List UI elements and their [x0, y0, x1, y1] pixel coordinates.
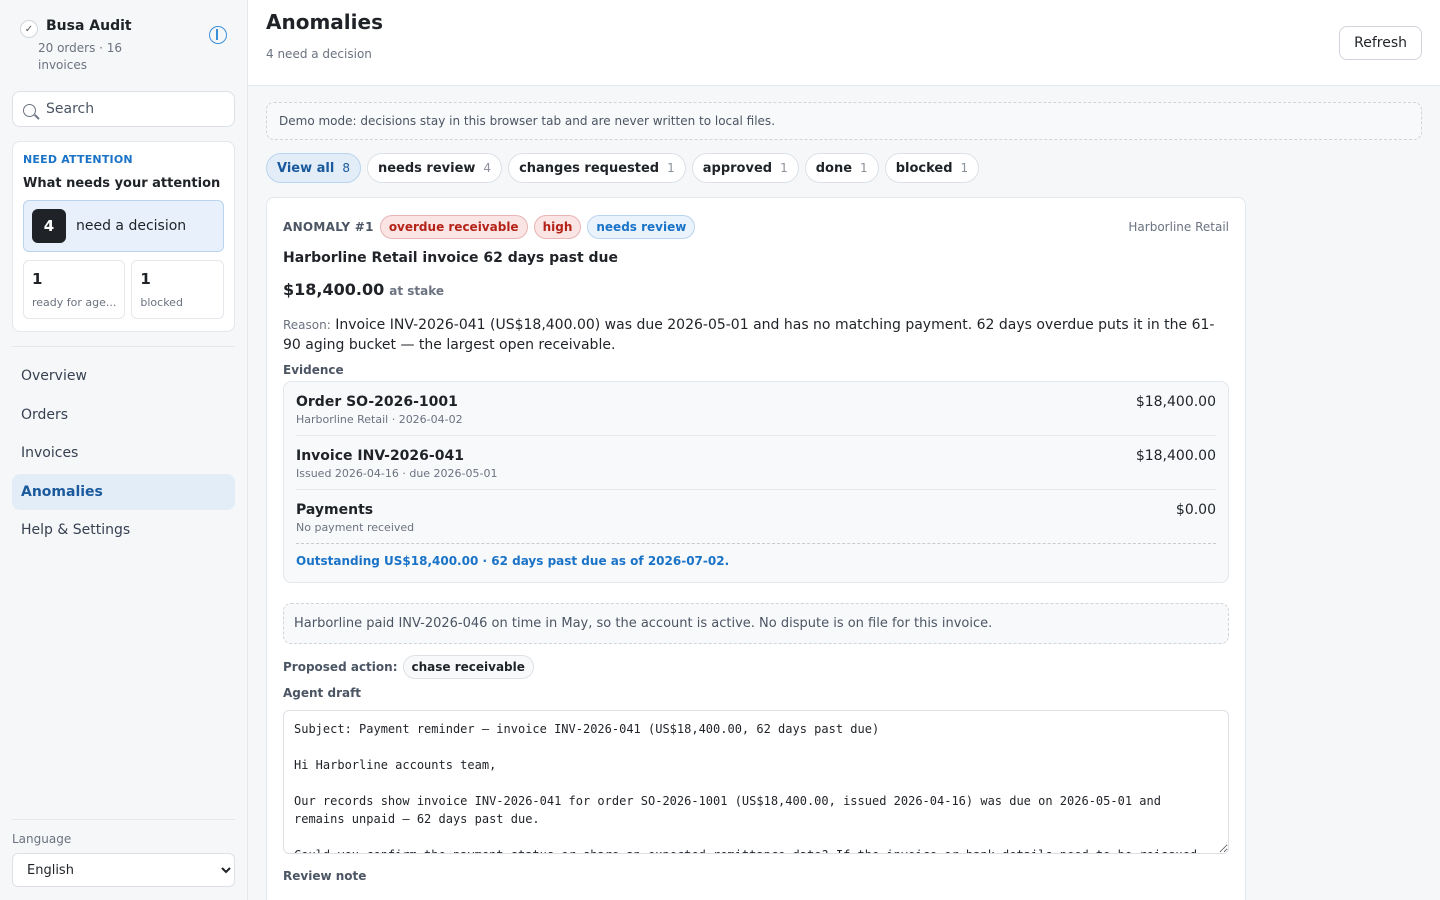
- filter-changes-requested[interactable]: changes requested 1: [508, 153, 686, 183]
- blocked-count: 1: [140, 270, 151, 288]
- language-select[interactable]: English: [12, 853, 235, 887]
- filter-view-all[interactable]: View all 8: [266, 153, 361, 183]
- attention-title: What needs your attention: [23, 176, 221, 191]
- filter-approved[interactable]: approved 1: [691, 153, 799, 183]
- evidence-name: Payments: [296, 502, 374, 518]
- ready-for-agent-card[interactable]: 1 ready for age...: [23, 260, 126, 319]
- sidebar-item-overview[interactable]: Overview: [12, 358, 235, 394]
- status-filters: View all 8 needs review 4 changes requeste…: [266, 153, 1422, 183]
- page-title: Anomalies: [266, 10, 383, 34]
- anomaly-title: Harborline Retail invoice 62 days past d…: [283, 250, 618, 266]
- search-box[interactable]: [12, 91, 235, 127]
- sidebar: ✓ Busa Audit 20 orders · 16 invoices NEE…: [0, 0, 248, 900]
- evidence-amount: $18,400.00: [1135, 394, 1216, 410]
- search-input[interactable]: [46, 101, 216, 117]
- refresh-button[interactable]: Refresh: [1339, 26, 1422, 60]
- brand-subtitle: 20 orders · 16 invoices: [38, 41, 123, 72]
- anomaly-card: ANOMALY #1 overdue receivable high needs…: [266, 197, 1246, 900]
- evidence-amount: $0.00: [1175, 502, 1216, 518]
- proposed-action-chip: chase receivable: [402, 655, 534, 679]
- need-decision-card[interactable]: 4 need a decision: [23, 200, 224, 252]
- proposed-action-label: Proposed action:: [283, 660, 398, 674]
- check-icon: ✓: [20, 20, 38, 38]
- sidebar-item-orders[interactable]: Orders: [12, 397, 235, 433]
- amount-suffix: at stake: [389, 284, 445, 298]
- brand-title: Busa Audit: [46, 18, 132, 34]
- content-area: Demo mode: decisions stay in this browse…: [248, 86, 1440, 900]
- evidence-name: Invoice INV-2026-041: [296, 448, 464, 464]
- language-label: Language: [12, 832, 72, 846]
- context-note: Harborline paid INV-2026-046 on time in …: [283, 603, 1229, 644]
- sidebar-divider: [12, 346, 235, 347]
- need-decision-label: need a decision: [76, 218, 187, 234]
- ready-count: 1: [32, 270, 43, 288]
- amount-at-stake: $18,400.00: [283, 280, 385, 299]
- main-panel: Anomalies 4 need a decision Refresh Demo…: [248, 0, 1440, 900]
- severity-badge: high: [533, 215, 582, 239]
- need-decision-count: 4: [32, 209, 66, 243]
- evidence-row: Invoice INV-2026-041 Issued 2026-04-16 ·…: [296, 436, 1216, 490]
- demo-mode-note: Demo mode: decisions stay in this browse…: [266, 102, 1422, 140]
- blocked-label: blocked: [140, 296, 183, 309]
- evidence-row: Payments No payment received $0.00: [296, 490, 1216, 544]
- filter-done[interactable]: done 1: [804, 153, 879, 183]
- blocked-card[interactable]: 1 blocked: [131, 260, 224, 319]
- page-header: Anomalies 4 need a decision Refresh: [248, 0, 1440, 86]
- reason-text: Invoice INV-2026-041 (US$18,400.00) was …: [283, 317, 1215, 353]
- evidence-label: Evidence: [283, 363, 344, 377]
- evidence-row: Order SO-2026-1001 Harborline Retail · 2…: [296, 382, 1216, 436]
- sidebar-item-invoices[interactable]: Invoices: [12, 435, 235, 471]
- attention-panel: NEED ATTENTION What needs your attention…: [12, 141, 235, 332]
- filter-needs-review[interactable]: needs review 4: [366, 153, 503, 183]
- reason-label: Reason:: [283, 318, 331, 332]
- agent-draft-textarea[interactable]: Subject: Payment reminder — invoice INV-…: [283, 710, 1229, 854]
- brand: ✓ Busa Audit 20 orders · 16 invoices: [12, 0, 235, 78]
- language-section: Language English: [12, 819, 235, 887]
- anomaly-id: ANOMALY #1: [283, 220, 374, 234]
- attention-eyebrow: NEED ATTENTION: [23, 153, 133, 166]
- evidence-amount: $18,400.00: [1135, 448, 1216, 464]
- sidebar-item-anomalies[interactable]: Anomalies: [12, 473, 235, 510]
- filter-blocked[interactable]: blocked 1: [884, 153, 980, 183]
- proposed-action: Proposed action: chase receivable: [283, 655, 1229, 679]
- type-badge: overdue receivable: [379, 215, 528, 239]
- evidence-meta: No payment received: [296, 521, 415, 534]
- evidence-meta: Issued 2026-04-16 · due 2026-05-01: [296, 467, 498, 480]
- agent-draft-label: Agent draft: [283, 686, 362, 700]
- search-icon: [23, 103, 36, 117]
- outstanding-summary: Outstanding US$18,400.00 · 62 days past …: [296, 554, 730, 568]
- evidence-name: Order SO-2026-1001: [296, 394, 458, 410]
- page-subtitle: 4 need a decision: [266, 47, 372, 61]
- sidebar-item-help-settings[interactable]: Help & Settings: [12, 512, 235, 548]
- reason: Reason: Invoice INV-2026-041 (US$18,400.…: [283, 315, 1229, 355]
- sidebar-toggle-icon[interactable]: [209, 26, 227, 44]
- customer-name: Harborline Retail: [1128, 220, 1229, 234]
- status-badge: needs review: [587, 215, 696, 239]
- app-root: ✓ Busa Audit 20 orders · 16 invoices NEE…: [0, 0, 1440, 900]
- evidence-panel: Order SO-2026-1001 Harborline Retail · 2…: [283, 381, 1229, 583]
- sidebar-nav: Overview Orders Invoices Anomalies Help …: [12, 358, 235, 548]
- ready-label: ready for age...: [32, 296, 117, 309]
- review-note-label: Review note: [283, 869, 367, 883]
- evidence-meta: Harborline Retail · 2026-04-02: [296, 413, 463, 426]
